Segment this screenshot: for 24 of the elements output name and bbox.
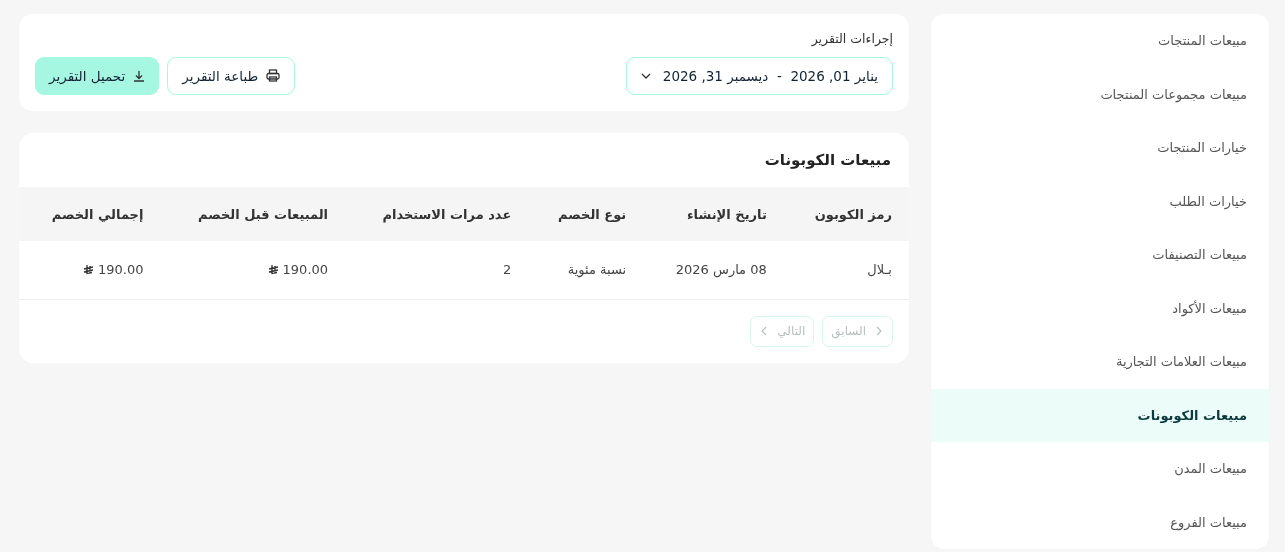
column-header: عدد مرات الاستخدام	[345, 187, 529, 242]
table-cell-text: 190.00	[97, 260, 144, 279]
report-title: مبيعات الكوبونات	[763, 149, 892, 171]
currency-icon	[267, 263, 279, 275]
date-range-picker[interactable]: يناير 01, 2026 - ديسمبر 31, 2026	[625, 56, 893, 95]
column-header: المبيعات قبل الخصم	[160, 187, 346, 242]
currency-icon	[82, 263, 94, 275]
column-header: رمز الكوبون	[783, 187, 909, 242]
printer-icon	[266, 69, 281, 83]
table-cell: 08 مارس 2026	[675, 262, 767, 278]
table-cell: بـلال	[867, 262, 892, 278]
column-header: نوع الخصم	[528, 187, 644, 242]
table-cell-text: 190.00	[282, 260, 329, 279]
sidebar-item[interactable]: مبيعات الكوبونات	[931, 388, 1269, 442]
download-button[interactable]: تحميل التقرير	[35, 56, 160, 95]
download-icon	[133, 69, 146, 82]
column-header: إجمالي الخصم	[19, 187, 161, 242]
chevron-down-icon	[640, 72, 651, 79]
table-cell: نسبة مئوية	[567, 262, 627, 278]
chevron-right-icon	[874, 326, 884, 337]
print-button[interactable]: طباعة التقرير	[167, 56, 296, 95]
column-header: تاريخ الإنشاء	[643, 187, 784, 242]
section-label: إجراءات التقرير	[810, 30, 893, 49]
table-cell: 2	[503, 262, 512, 278]
